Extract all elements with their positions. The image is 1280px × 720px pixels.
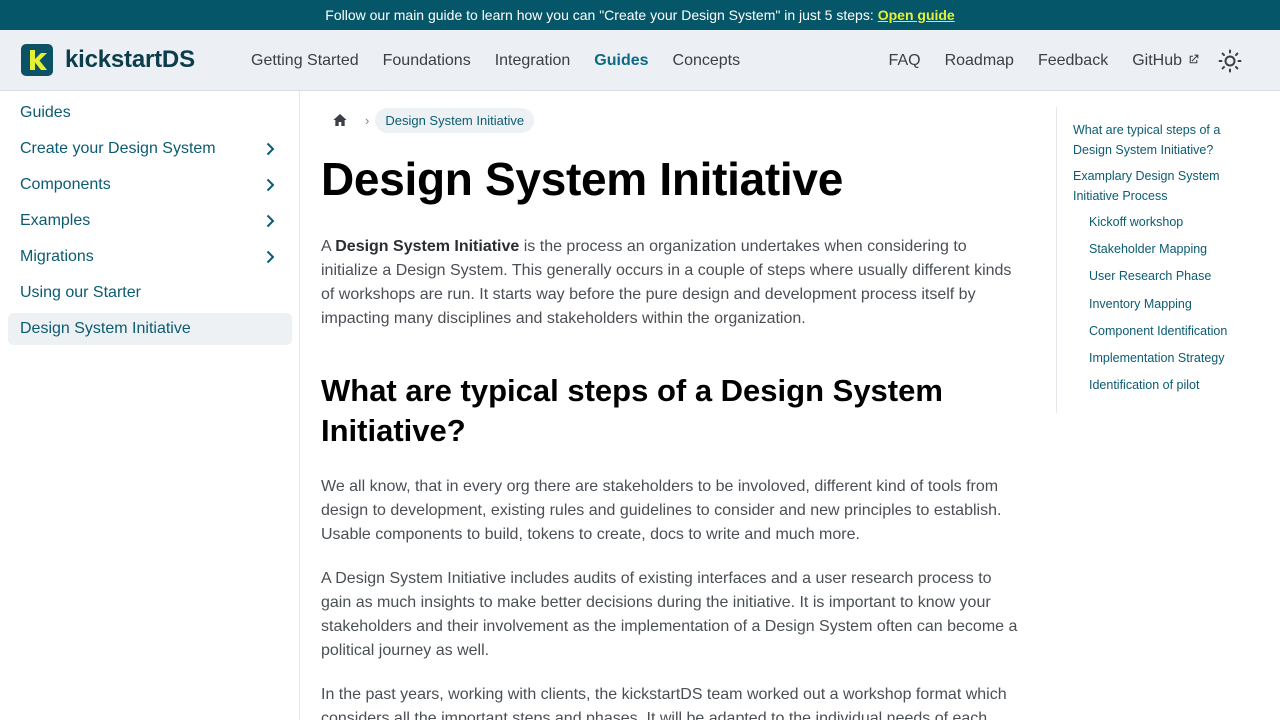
sidebar-item-label: Using our Starter bbox=[20, 284, 141, 301]
nav-concepts[interactable]: Concepts bbox=[673, 52, 741, 70]
open-guide-link[interactable]: Open guide bbox=[878, 7, 955, 23]
nav-foundations[interactable]: Foundations bbox=[383, 52, 471, 70]
sidebar-item-label: Migrations bbox=[20, 248, 94, 265]
toc-item[interactable]: What are typical steps of a Design Syste… bbox=[1073, 121, 1256, 160]
toc-subitem[interactable]: Kickoff workshop bbox=[1089, 213, 1256, 233]
sidebar-item-label: Examples bbox=[20, 212, 91, 229]
external-link-icon bbox=[1189, 54, 1199, 63]
toc-subitem[interactable]: Implementation Strategy bbox=[1089, 349, 1256, 369]
brand-logo[interactable]: kickstartDS bbox=[21, 44, 195, 76]
chevron-right-icon[interactable] bbox=[262, 249, 278, 265]
sidebar-item-label: Components bbox=[20, 176, 111, 193]
sidebar-item-label: Create your Design System bbox=[20, 140, 216, 157]
page-title: Design System Initiative bbox=[321, 153, 843, 205]
chevron-right-icon[interactable] bbox=[262, 141, 278, 157]
announcement-text: Follow our main guide to learn how you c… bbox=[325, 7, 874, 23]
sidebar-item-migrations[interactable]: Migrations bbox=[8, 241, 292, 273]
sidebar-item-examples[interactable]: Examples bbox=[8, 205, 292, 237]
nav-getting-started[interactable]: Getting Started bbox=[251, 52, 359, 70]
nav-guides[interactable]: Guides bbox=[594, 52, 648, 70]
sidebar-item-label: Guides bbox=[20, 104, 71, 121]
section-heading: What are typical steps of a Design Syste… bbox=[321, 373, 943, 448]
intro-prefix: A bbox=[321, 238, 336, 255]
main-content: › Design System Initiative Design System… bbox=[321, 91, 1021, 720]
toc-item[interactable]: Examplary Design System Initiative Proce… bbox=[1073, 167, 1256, 206]
announcement-bar: Follow our main guide to learn how you c… bbox=[0, 0, 1280, 30]
breadcrumb-home[interactable] bbox=[321, 106, 359, 134]
brand-name: kickstartDS bbox=[65, 46, 195, 73]
home-icon bbox=[333, 114, 347, 126]
intro-bold: Design System Initiative bbox=[335, 238, 520, 255]
sidebar-item-create-your-design-system[interactable]: Create your Design System bbox=[8, 133, 292, 165]
toc-subitem[interactable]: Component Identification bbox=[1089, 322, 1256, 342]
breadcrumb-current: Design System Initiative bbox=[375, 107, 535, 133]
paragraph-1: We all know, that in every org there are… bbox=[321, 478, 1002, 543]
nav-feedback[interactable]: Feedback bbox=[1038, 52, 1108, 70]
toc-subitem[interactable]: User Research Phase bbox=[1089, 267, 1256, 287]
nav-roadmap[interactable]: Roadmap bbox=[945, 52, 1014, 70]
sidebar-item-design-system-initiative[interactable]: Design System Initiative bbox=[8, 313, 292, 345]
paragraph-3: In the past years, working with clients,… bbox=[321, 686, 1007, 720]
secondary-nav: FAQ Roadmap Feedback GitHub bbox=[889, 30, 1242, 91]
breadcrumb-separator-icon: › bbox=[365, 112, 370, 128]
top-navbar: kickstartDS Getting Started Foundations … bbox=[0, 30, 1280, 91]
nav-integration[interactable]: Integration bbox=[495, 52, 571, 70]
primary-nav: Getting Started Foundations Integration … bbox=[251, 30, 764, 91]
toc-subitem[interactable]: Inventory Mapping bbox=[1089, 295, 1256, 315]
sidebar-item-label: Design System Initiative bbox=[20, 320, 191, 337]
toc-subitem[interactable]: Stakeholder Mapping bbox=[1089, 240, 1256, 260]
sidebar-item-guides[interactable]: Guides bbox=[8, 97, 292, 129]
paragraph-2: A Design System Initiative includes audi… bbox=[321, 570, 1018, 659]
nav-github-label: GitHub bbox=[1132, 51, 1182, 69]
sun-icon[interactable] bbox=[1218, 49, 1242, 73]
table-of-contents: What are typical steps of a Design Syste… bbox=[1056, 107, 1256, 413]
intro-paragraph: A Design System Initiative is the proces… bbox=[321, 235, 1021, 331]
nav-faq[interactable]: FAQ bbox=[889, 52, 921, 70]
chevron-right-icon[interactable] bbox=[262, 177, 278, 193]
sidebar: Guides Create your Design System Compone… bbox=[0, 91, 300, 720]
toc-subitem[interactable]: Identification of pilot bbox=[1089, 376, 1256, 396]
chevron-right-icon[interactable] bbox=[262, 213, 278, 229]
sidebar-item-components[interactable]: Components bbox=[8, 169, 292, 201]
breadcrumb: › Design System Initiative bbox=[321, 91, 1021, 149]
sidebar-item-using-our-starter[interactable]: Using our Starter bbox=[8, 277, 292, 309]
kickstartds-logo-icon bbox=[21, 44, 53, 76]
nav-github[interactable]: GitHub bbox=[1132, 52, 1200, 70]
